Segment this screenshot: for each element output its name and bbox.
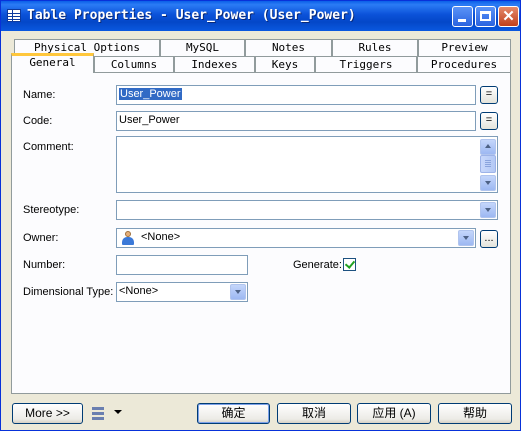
tab-indexes[interactable]: Indexes — [174, 56, 255, 73]
generate-checkbox[interactable] — [343, 258, 356, 271]
scroll-up-button[interactable] — [480, 139, 496, 155]
comment-textarea[interactable] — [116, 136, 498, 193]
name-equals-button[interactable]: = — [480, 86, 498, 104]
generate-label: Generate: — [293, 259, 342, 271]
title-bar[interactable]: Table Properties - User_Power (User_Powe… — [1, 1, 520, 31]
help-button[interactable]: 帮助 — [438, 403, 512, 424]
stereotype-label: Stereotype: — [23, 204, 80, 216]
chevron-down-icon[interactable] — [114, 410, 122, 414]
number-label: Number: — [23, 259, 66, 271]
code-input[interactable]: User_Power — [116, 111, 476, 131]
scrollbar-thumb[interactable] — [480, 155, 496, 173]
scroll-down-button[interactable] — [480, 175, 496, 191]
number-input[interactable] — [116, 255, 248, 275]
owner-combobox[interactable]: <None> — [116, 228, 476, 248]
minimize-button[interactable] — [452, 6, 473, 27]
ok-button[interactable]: 确定 — [197, 403, 270, 424]
stereotype-combobox[interactable] — [116, 200, 498, 220]
maximize-icon — [480, 11, 491, 21]
tab-keys[interactable]: Keys — [255, 56, 315, 73]
minimize-icon — [458, 19, 466, 22]
dimensional-type-label: Dimensional Type: — [23, 286, 114, 298]
dimensional-type-combobox[interactable]: <None> — [116, 282, 248, 302]
owner-dropdown-button[interactable] — [458, 230, 474, 246]
tab-general[interactable]: General — [11, 53, 94, 73]
tab-notes[interactable]: Notes — [245, 39, 332, 56]
name-value: User_Power — [119, 88, 182, 100]
dimensional-type-dropdown-button[interactable] — [230, 284, 246, 300]
more-button[interactable]: More >> — [12, 403, 83, 424]
tab-triggers[interactable]: Triggers — [315, 56, 417, 73]
table-icon — [7, 9, 21, 22]
maximize-button[interactable] — [475, 6, 496, 27]
owner-label: Owner: — [23, 232, 59, 244]
window-title: Table Properties - User_Power (User_Powe… — [27, 8, 356, 23]
tab-rules[interactable]: Rules — [332, 39, 418, 56]
code-equals-button[interactable]: = — [480, 112, 498, 130]
close-button[interactable]: ✕ — [498, 6, 519, 27]
table-properties-window: Table Properties - User_Power (User_Powe… — [0, 0, 521, 431]
stereotype-dropdown-button[interactable] — [480, 202, 496, 218]
comment-label: Comment: — [23, 141, 74, 153]
tab-columns[interactable]: Columns — [94, 56, 174, 73]
close-icon: ✕ — [502, 8, 515, 25]
cancel-button[interactable]: 取消 — [277, 403, 351, 424]
owner-ellipsis-button[interactable]: ... — [480, 230, 498, 248]
code-label: Code: — [23, 115, 53, 127]
user-icon — [122, 231, 134, 245]
apply-button[interactable]: 应用 (A) — [357, 403, 431, 424]
tab-mysql[interactable]: MySQL — [160, 39, 245, 56]
name-input[interactable]: User_Power — [116, 85, 476, 105]
list-view-icon[interactable] — [92, 406, 106, 420]
tab-preview[interactable]: Preview — [418, 39, 511, 56]
name-label: Name: — [23, 89, 56, 101]
owner-value: <None> — [141, 231, 181, 243]
tab-procedures[interactable]: Procedures — [417, 56, 511, 73]
